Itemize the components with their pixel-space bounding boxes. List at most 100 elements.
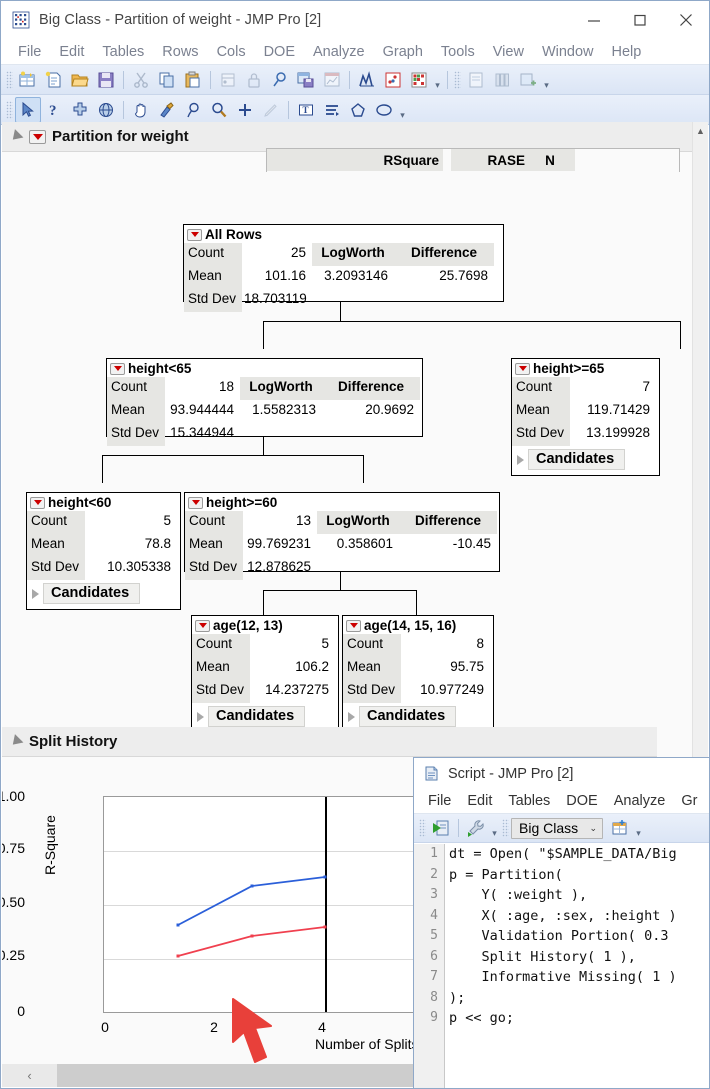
candidates-toggle[interactable]: Candidates (517, 449, 656, 470)
fit-model-icon[interactable] (406, 67, 432, 93)
horizontal-scroll-left-icon[interactable]: ‹ (2, 1064, 57, 1087)
node-title[interactable]: height<60 (27, 493, 180, 511)
red-triangle-menu-icon[interactable] (188, 496, 203, 509)
red-triangle-menu-icon[interactable] (195, 619, 210, 632)
tree-node-height-gte-65[interactable]: height>=65 Count 7 Mean 119.71429 Std De… (511, 358, 660, 476)
chevron-right-icon[interactable] (32, 588, 39, 599)
chevron-right-icon[interactable] (197, 711, 204, 722)
hand-icon[interactable] (128, 97, 154, 123)
node-title[interactable]: height>=60 (185, 493, 499, 511)
crosshairs-plus-icon[interactable] (232, 97, 258, 123)
red-triangle-menu-icon[interactable] (110, 362, 125, 375)
run-script-icon[interactable] (428, 815, 454, 841)
candidates-label[interactable]: Candidates (359, 706, 457, 727)
script-menu-item-doe[interactable]: DOE (558, 791, 605, 811)
menu-item-rows[interactable]: Rows (153, 41, 207, 63)
menu-item-cols[interactable]: Cols (208, 41, 255, 63)
arrow-select-icon[interactable] (15, 96, 41, 123)
scrollbar-thumb[interactable] (694, 442, 707, 582)
journal-icon[interactable] (463, 67, 489, 93)
line-icon[interactable] (319, 97, 345, 123)
brush-icon[interactable] (154, 97, 180, 123)
script-menu-item-analyze[interactable]: Analyze (606, 791, 674, 811)
report-icon[interactable] (319, 67, 345, 93)
cut-icon[interactable] (128, 67, 154, 93)
new-script-icon[interactable] (41, 67, 67, 93)
node-title[interactable]: age(12, 13) (192, 616, 338, 634)
open-file-icon[interactable] (67, 67, 93, 93)
lasso-icon[interactable] (180, 97, 206, 123)
menu-item-analyze[interactable]: Analyze (304, 41, 374, 63)
code-line[interactable]: dt = Open( "$SAMPLE_DATA/Big (449, 844, 709, 865)
menu-item-graph[interactable]: Graph (374, 41, 432, 63)
toolbar-overflow-icon[interactable]: ▾ (397, 99, 408, 121)
save-icon[interactable] (93, 67, 119, 93)
crosshair-icon[interactable] (67, 97, 93, 123)
node-title[interactable]: height>=65 (512, 359, 659, 377)
polygon-icon[interactable] (345, 97, 371, 123)
question-help-icon[interactable]: ? (41, 97, 67, 123)
chevron-down-icon[interactable]: ⌄ (589, 823, 597, 834)
toolbar-grip[interactable] (502, 819, 509, 837)
oval-icon[interactable] (371, 97, 397, 123)
code-line[interactable]: p = Partition( (449, 865, 709, 886)
menu-item-edit[interactable]: Edit (50, 41, 93, 63)
tree-node-height-lt-65[interactable]: height<65 Count 18 LogWorth Difference M… (106, 358, 423, 446)
menu-item-doe[interactable]: DOE (255, 41, 304, 63)
candidates-label[interactable]: Candidates (528, 449, 626, 470)
script-menu-item-edit[interactable]: Edit (459, 791, 500, 811)
tree-node-age-12-13[interactable]: age(12, 13) Count 5 Mean 106.2 Std Dev 1… (191, 615, 339, 733)
toolbar-grip[interactable] (419, 819, 426, 837)
table-selector-dropdown[interactable]: Big Class ⌄ (511, 817, 603, 839)
node-title[interactable]: age(14, 15, 16) (343, 616, 493, 634)
menu-item-help[interactable]: Help (603, 41, 651, 63)
menu-item-window[interactable]: Window (533, 41, 603, 63)
new-table-icon[interactable] (607, 815, 633, 841)
code-line[interactable]: Informative Missing( 1 ) (449, 967, 709, 988)
tree-node-age-14-15-16[interactable]: age(14, 15, 16) Count 8 Mean 95.75 Std D… (342, 615, 494, 733)
candidates-label[interactable]: Candidates (208, 706, 306, 727)
save-script-icon[interactable] (293, 67, 319, 93)
red-triangle-menu-icon[interactable] (30, 496, 45, 509)
paste-icon[interactable] (180, 67, 206, 93)
red-triangle-menu-icon[interactable] (515, 362, 530, 375)
menu-item-file[interactable]: File (9, 41, 50, 63)
toolbar-overflow-icon[interactable]: ▾ (489, 817, 500, 839)
subset-icon[interactable] (215, 67, 241, 93)
code-line[interactable]: Validation Portion( 0.3 (449, 926, 709, 947)
maximize-icon[interactable] (617, 1, 663, 39)
code-line[interactable]: ); (449, 988, 709, 1009)
code-line[interactable]: Y( :weight ), (449, 885, 709, 906)
node-title[interactable]: All Rows (184, 225, 503, 243)
grabber-globe-icon[interactable] (93, 97, 119, 123)
red-triangle-menu-icon[interactable] (187, 228, 202, 241)
lock-icon[interactable] (241, 67, 267, 93)
candidates-label[interactable]: Candidates (43, 583, 141, 604)
tree-node-all-rows[interactable]: All Rows Count 25 LogWorth Difference Me… (183, 224, 504, 312)
menu-item-view[interactable]: View (484, 41, 533, 63)
minimize-icon[interactable] (571, 1, 617, 39)
tree-node-height-gte-60[interactable]: height>=60 Count 13 LogWorth Difference … (184, 492, 500, 580)
menu-item-tools[interactable]: Tools (432, 41, 484, 63)
chevron-right-icon[interactable] (348, 711, 355, 722)
code-line[interactable]: Split History( 1 ), (449, 947, 709, 968)
toolbar-grip[interactable] (6, 100, 13, 119)
outline-disclosure-icon[interactable] (8, 129, 24, 144)
text-annotate-icon[interactable]: T (293, 97, 319, 123)
red-triangle-menu-icon[interactable] (346, 619, 361, 632)
code-line[interactable]: X( :age, :sex, :height ) (449, 906, 709, 927)
toolbar-grip[interactable] (6, 70, 13, 89)
code-lines[interactable]: dt = Open( "$SAMPLE_DATA/Big p = Partiti… (449, 844, 709, 1029)
debug-wrench-icon[interactable] (463, 815, 489, 841)
distribution-icon[interactable] (354, 67, 380, 93)
candidates-toggle[interactable]: Candidates (348, 706, 490, 727)
tree-node-height-lt-60[interactable]: height<60 Count 5 Mean 78.8 Std Dev 10.3… (26, 492, 181, 610)
copy-icon[interactable] (154, 67, 180, 93)
node-title[interactable]: height<65 (107, 359, 422, 377)
candidates-toggle[interactable]: Candidates (32, 583, 177, 604)
fit-y-by-x-icon[interactable] (380, 67, 406, 93)
menu-item-tables[interactable]: Tables (93, 41, 153, 63)
script-menu-item-tables[interactable]: Tables (500, 791, 558, 811)
toolbar-overflow-icon[interactable]: ▾ (432, 69, 443, 91)
red-triangle-menu-icon[interactable] (29, 129, 46, 144)
